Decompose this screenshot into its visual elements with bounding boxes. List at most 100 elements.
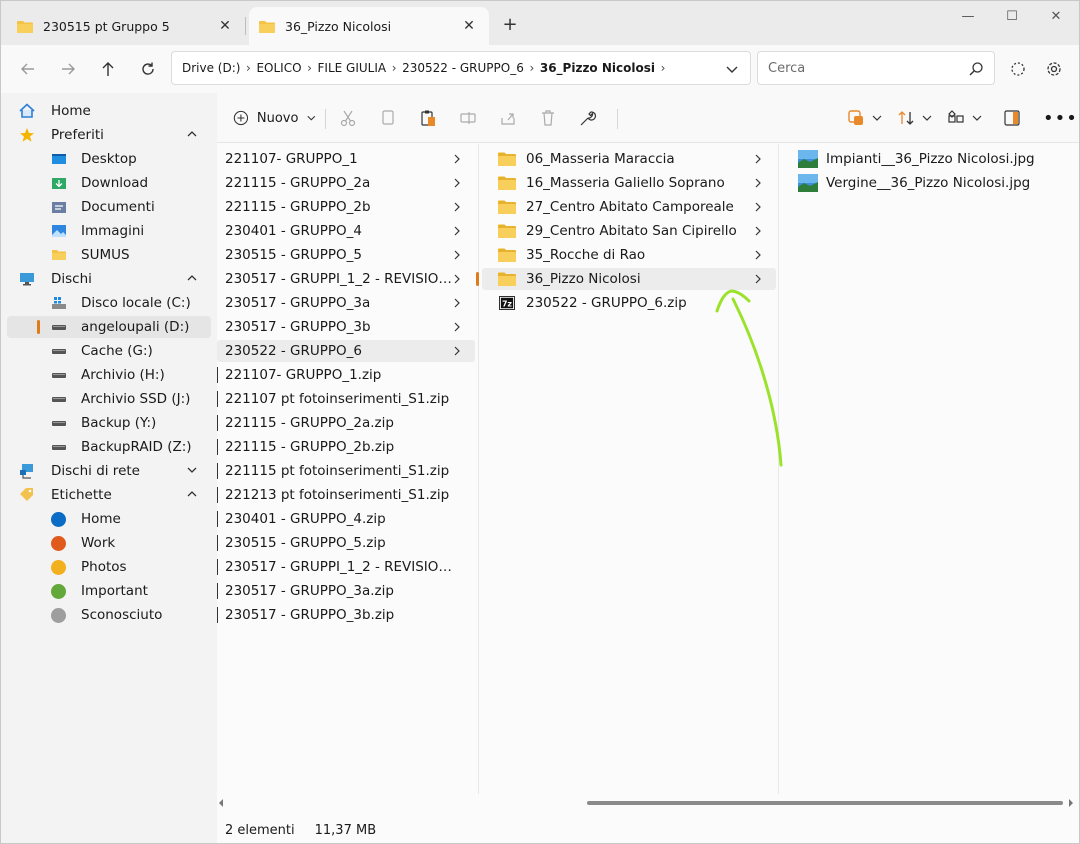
list-item[interactable]: 230517 - GRUPPO_3b.zip <box>217 604 475 626</box>
refresh-button[interactable] <box>133 55 163 83</box>
copy-button[interactable] <box>379 107 397 129</box>
new-tab-button[interactable]: + <box>499 15 521 37</box>
sidebar-item-download[interactable]: Download <box>7 172 211 194</box>
rename-button[interactable] <box>459 107 477 129</box>
list-item[interactable]: 230401 - GRUPPO_4 <box>217 220 475 242</box>
horizontal-scrollbar[interactable] <box>217 795 1079 811</box>
close-window-button[interactable]: ✕ <box>1033 5 1079 29</box>
sidebar-item-archivio-ssd-j[interactable]: Archivio SSD (J:) <box>7 388 211 410</box>
sidebar-item-tag-photos[interactable]: Photos <box>7 556 211 578</box>
chevron-right-icon[interactable]: › <box>655 61 671 75</box>
list-item[interactable]: 221115 - GRUPPO_2b <box>217 196 475 218</box>
sort-button[interactable] <box>897 107 933 129</box>
list-item[interactable]: 230517 - GRUPPI_1_2 - REVISIONE <box>217 268 475 290</box>
chevron-right-icon[interactable]: › <box>386 61 402 75</box>
sidebar-item-backupraid-z[interactable]: BackupRAID (Z:) <box>7 436 211 458</box>
toolbar-separator <box>325 109 326 129</box>
tab-36-pizzo-nicolosi[interactable]: 36_Pizzo Nicolosi ✕ <box>249 7 489 45</box>
list-item[interactable]: 7z 230522 - GRUPPO_6.zip <box>482 292 776 314</box>
chevron-right-icon <box>454 154 460 164</box>
preview-pane-button[interactable] <box>1003 107 1021 129</box>
chevron-down-icon[interactable] <box>724 61 740 77</box>
list-item[interactable]: 29_Centro Abitato San Cipirello <box>482 220 776 242</box>
search-input[interactable]: Cerca <box>757 51 995 85</box>
list-item[interactable]: 221107- GRUPPO_1.zip <box>217 364 475 386</box>
list-item[interactable]: 221115 - GRUPPO_2a.zip <box>217 412 475 434</box>
breadcrumb-gruppo6[interactable]: 230522 - GRUPPO_6 <box>402 61 524 75</box>
tag-toolbar-button[interactable] <box>847 107 883 129</box>
sidebar-item-backup-y[interactable]: Backup (Y:) <box>7 412 211 434</box>
list-item[interactable]: 35_Rocche di Rao <box>482 244 776 266</box>
list-item[interactable]: 230517 - GRUPPO_3b <box>217 316 475 338</box>
sidebar-item-sumus[interactable]: SUMUS <box>7 244 211 266</box>
list-item[interactable]: 221115 pt fotoinserimenti_S1.zip <box>217 460 475 482</box>
sidebar-item-home[interactable]: Home <box>7 100 211 122</box>
sidebar-item-angeloupali-d[interactable]: angeloupali (D:) <box>7 316 211 338</box>
list-item[interactable]: 221115 - GRUPPO_2a <box>217 172 475 194</box>
breadcrumb-eolico[interactable]: EOLICO <box>256 61 301 75</box>
sidebar-item-disco-c[interactable]: Disco locale (C:) <box>7 292 211 314</box>
tab-230515[interactable]: 230515 pt Gruppo 5 ✕ <box>7 9 245 43</box>
breadcrumb-drive[interactable]: Drive (D:) <box>182 61 240 75</box>
sidebar-item-tag-important[interactable]: Important <box>7 580 211 602</box>
address-bar[interactable]: Drive (D:) › EOLICO › FILE GIULIA › 2305… <box>171 51 751 85</box>
sidebar-item-preferiti[interactable]: Preferiti <box>7 124 211 146</box>
chevron-up-icon[interactable] <box>185 271 199 285</box>
chevron-right-icon[interactable]: › <box>240 61 256 75</box>
list-item[interactable]: 230515 - GRUPPO_5 <box>217 244 475 266</box>
sidebar-label: Immagini <box>81 223 145 239</box>
delete-button[interactable] <box>539 107 557 129</box>
list-item[interactable]: 230517 - GRUPPO_3a <box>217 292 475 314</box>
layout-button[interactable] <box>947 107 983 129</box>
sidebar-item-dischi[interactable]: Dischi <box>7 268 211 290</box>
chevron-up-icon[interactable] <box>185 487 199 501</box>
sidebar-item-cache-g[interactable]: Cache (G:) <box>7 340 211 362</box>
sidebar-item-immagini[interactable]: Immagini <box>7 220 211 242</box>
more-options-icon[interactable]: ••• <box>1043 107 1078 129</box>
list-item-selected[interactable]: 230522 - GRUPPO_6 <box>217 340 475 362</box>
list-item-selected[interactable]: 36_Pizzo Nicolosi <box>476 268 776 290</box>
breadcrumb-pizzo-nicolosi[interactable]: 36_Pizzo Nicolosi <box>540 61 655 75</box>
sidebar-item-archivio-h[interactable]: Archivio (H:) <box>7 364 211 386</box>
list-item[interactable]: 221115 - GRUPPO_2b.zip <box>217 436 475 458</box>
list-item[interactable]: 230515 - GRUPPO_5.zip <box>217 532 475 554</box>
chevron-right-icon[interactable]: › <box>524 61 540 75</box>
sidebar-item-dischi-di-rete[interactable]: Dischi di rete <box>7 460 211 482</box>
share-button[interactable] <box>499 107 517 129</box>
sidebar-item-tag-home[interactable]: Home <box>7 508 211 530</box>
chevron-down-icon[interactable] <box>185 463 199 477</box>
sidebar-item-documenti[interactable]: Documenti <box>7 196 211 218</box>
list-item[interactable]: Impianti__36_Pizzo Nicolosi.jpg <box>782 148 1076 170</box>
back-button[interactable] <box>13 55 43 83</box>
cut-button[interactable] <box>339 107 357 129</box>
breadcrumb-file-giulia[interactable]: FILE GIULIA <box>318 61 387 75</box>
list-item[interactable]: 221213 pt fotoinserimenti_S1.zip <box>217 484 475 506</box>
forward-button[interactable] <box>53 55 83 83</box>
rename-icon <box>460 112 476 124</box>
minimize-button[interactable]: — <box>945 5 991 29</box>
list-item[interactable]: Vergine__36_Pizzo Nicolosi.jpg <box>782 172 1076 194</box>
sync-button[interactable] <box>1003 55 1033 83</box>
list-item[interactable]: 16_Masseria Galiello Soprano <box>482 172 776 194</box>
list-item[interactable]: 230517 - GRUPPO_3a.zip <box>217 580 475 602</box>
sidebar-item-desktop[interactable]: Desktop <box>7 148 211 170</box>
sidebar-item-tag-sconosciuto[interactable]: Sconosciuto <box>7 604 211 626</box>
list-item[interactable]: 06_Masseria Maraccia <box>482 148 776 170</box>
list-item[interactable]: 230401 - GRUPPO_4.zip <box>217 508 475 530</box>
list-item[interactable]: 230517 - GRUPPI_1_2 - REVISIONE.... <box>217 556 475 578</box>
close-tab-icon[interactable]: ✕ <box>459 18 479 34</box>
up-button[interactable] <box>93 55 123 83</box>
new-button[interactable]: Nuovo <box>233 107 317 129</box>
properties-button[interactable] <box>579 107 597 129</box>
paste-button[interactable] <box>419 107 437 129</box>
close-tab-icon[interactable]: ✕ <box>215 18 235 34</box>
settings-button[interactable] <box>1039 55 1069 83</box>
sidebar-item-tag-work[interactable]: Work <box>7 532 211 554</box>
chevron-up-icon[interactable] <box>185 127 199 141</box>
list-item[interactable]: 221107 pt fotoinserimenti_S1.zip <box>217 388 475 410</box>
list-item[interactable]: 27_Centro Abitato Camporeale <box>482 196 776 218</box>
sidebar-item-etichette[interactable]: Etichette <box>7 484 211 506</box>
maximize-button[interactable]: ☐ <box>989 5 1035 29</box>
chevron-right-icon[interactable]: › <box>302 61 318 75</box>
list-item[interactable]: 221107- GRUPPO_1 <box>217 148 475 170</box>
